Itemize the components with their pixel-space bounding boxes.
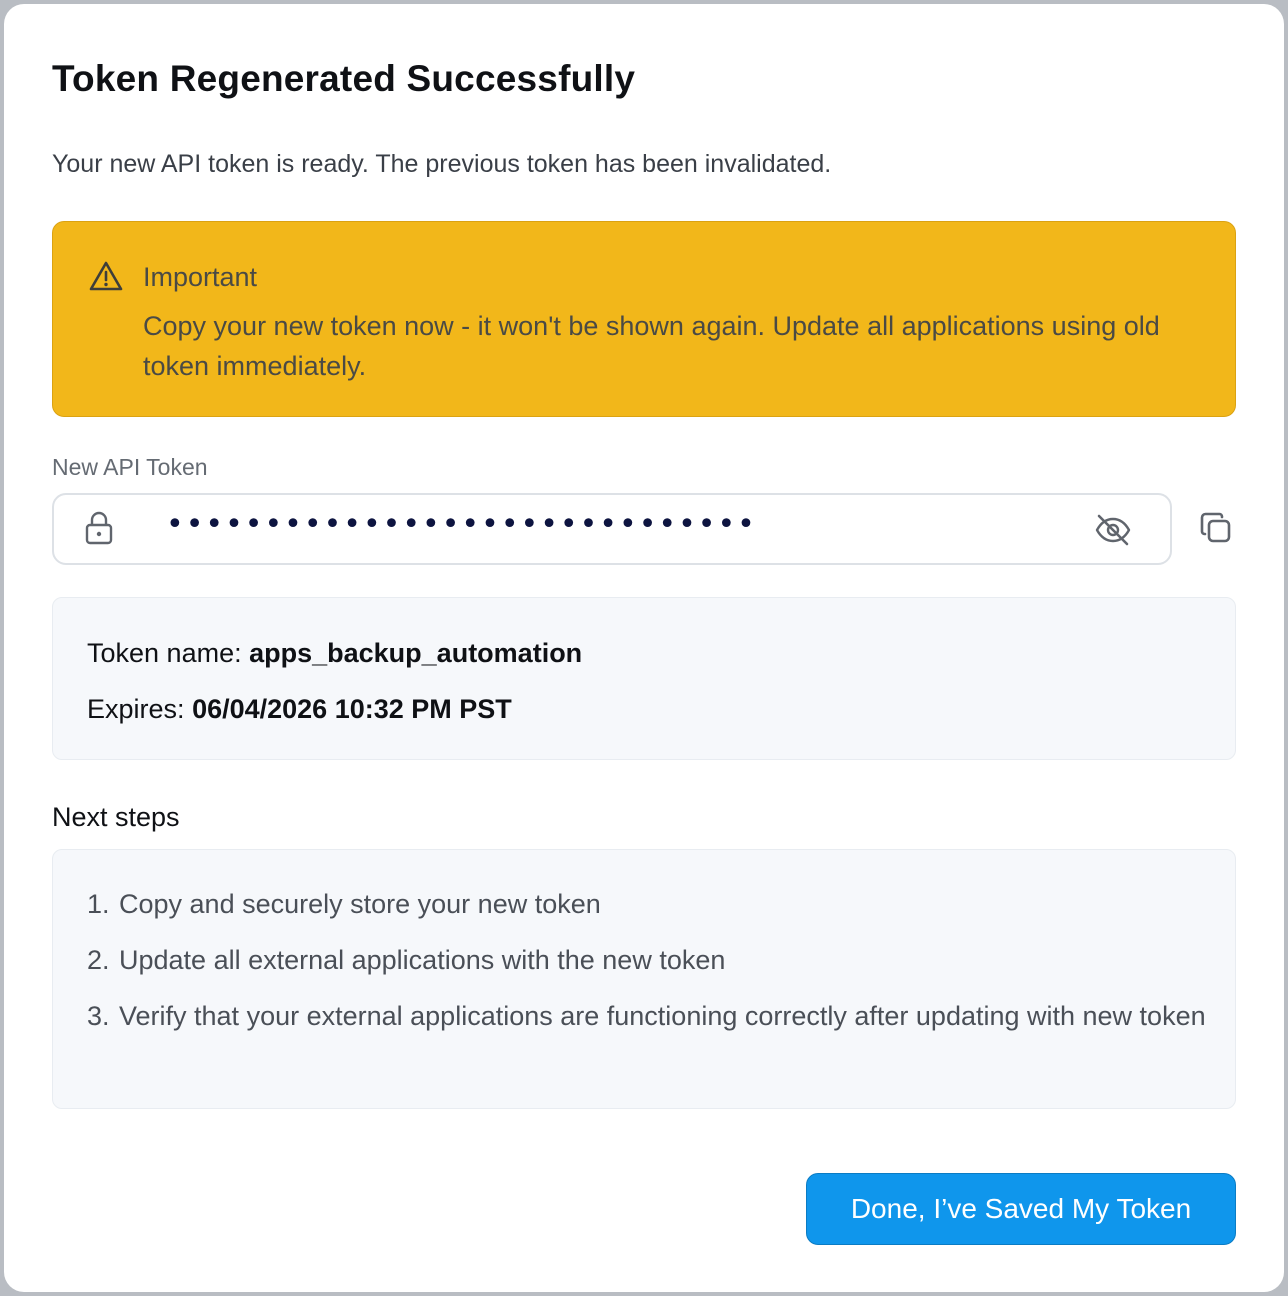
step-number: 1. [87,889,110,919]
token-expires-label: Expires: [87,694,185,724]
list-item: 1. Copy and securely store your new toke… [87,884,1207,924]
step-number: 3. [87,1001,110,1031]
masked-token-value: •••••••••••••••••••••••••••••• [166,507,757,542]
token-regenerated-dialog: Token Regenerated Successfully Your new … [4,4,1284,1292]
token-expires-value: 06/04/2026 10:32 PM PST [192,694,512,724]
next-steps-heading: Next steps [52,802,180,832]
copy-token-button[interactable] [1196,510,1236,550]
step-text: Copy and securely store your new token [119,889,601,919]
api-token-field[interactable]: •••••••••••••••••••••••••••••• [52,493,1172,565]
token-name-row: Token name: apps_backup_automation [87,638,582,669]
alert-message: Copy your new token now - it won't be sh… [143,311,1160,381]
list-item: 3. Verify that your external application… [87,996,1207,1036]
dialog-subtitle: Your new API token is ready. The previou… [52,150,832,178]
warning-triangle-icon [89,260,123,292]
done-saved-token-button[interactable]: Done, I’ve Saved My Token [806,1173,1236,1245]
copy-icon [1199,511,1233,550]
token-expiry-row: Expires: 06/04/2026 10:32 PM PST [87,694,512,725]
next-steps-panel: 1. Copy and securely store your new toke… [52,849,1236,1109]
token-name-label: Token name: [87,638,242,668]
list-item: 2. Update all external applications with… [87,940,1207,980]
important-alert: Important Copy your new token now - it w… [52,221,1236,417]
next-steps-list: 1. Copy and securely store your new toke… [87,884,1207,1052]
step-text: Update all external applications with th… [119,945,726,975]
alert-title: Important [143,262,258,292]
token-details-panel: Token name: apps_backup_automation Expir… [52,597,1236,760]
token-field-label: New API Token [52,454,208,480]
token-name-value: apps_backup_automation [249,638,583,668]
lock-icon [84,511,114,545]
step-number: 2. [87,945,110,975]
dialog-title: Token Regenerated Successfully [52,58,636,99]
eye-off-icon[interactable] [1094,513,1132,547]
step-text: Verify that your external applications a… [119,1001,1206,1031]
